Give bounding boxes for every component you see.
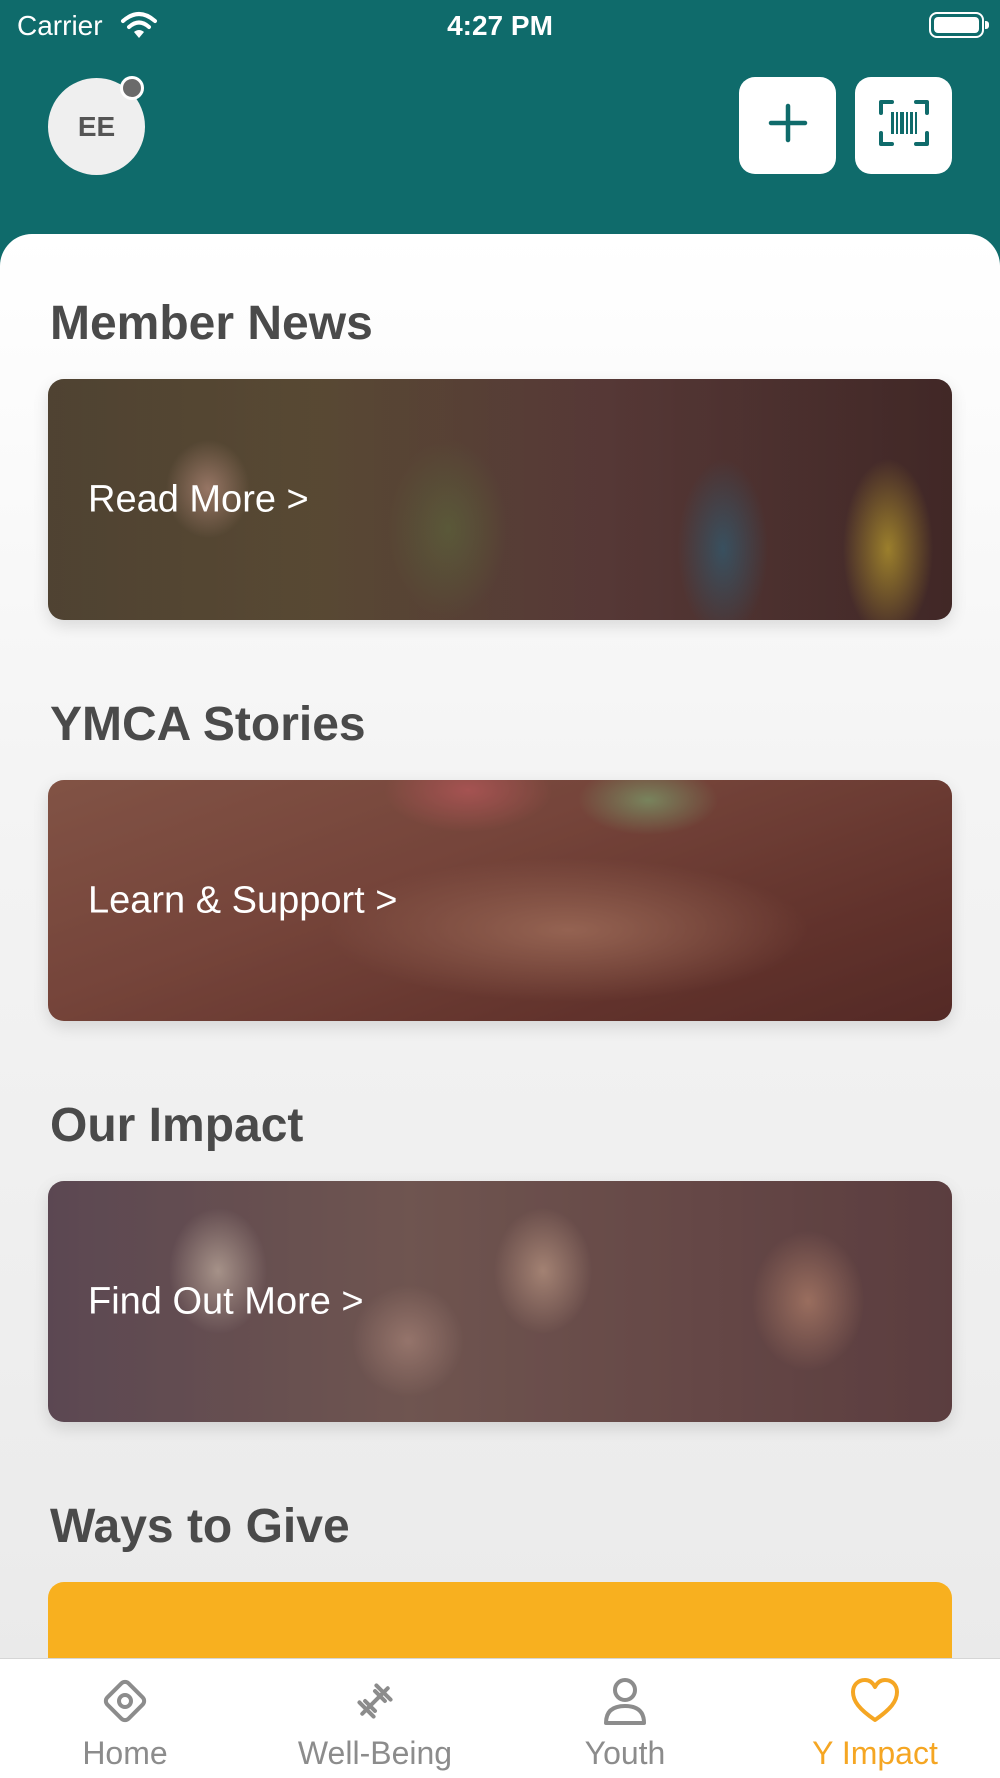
section-title-our-impact: Our Impact <box>50 1099 304 1152</box>
status-bar: Carrier 4:27 PM <box>0 0 1000 50</box>
learn-support-link[interactable]: Learn & Support > <box>88 879 398 922</box>
tab-home-label: Home <box>82 1735 168 1771</box>
tab-y-impact-label: Y Impact <box>812 1735 938 1771</box>
find-out-more-link[interactable]: Find Out More > <box>88 1280 364 1323</box>
tab-youth-label: Youth <box>584 1735 666 1771</box>
section-title-ways-to-give: Ways to Give <box>50 1500 350 1553</box>
scan-button[interactable] <box>855 77 952 174</box>
our-impact-card[interactable]: Find Out More > <box>48 1181 952 1422</box>
avatar-initials: EE <box>77 110 116 142</box>
person-icon <box>500 1675 750 1727</box>
tab-youth[interactable]: Youth <box>500 1659 750 1778</box>
tab-well-being-label: Well-Being <box>297 1735 453 1771</box>
read-more-link[interactable]: Read More > <box>88 478 309 521</box>
heart-icon <box>750 1675 1000 1727</box>
section-title-member-news: Member News <box>50 297 373 350</box>
member-news-card[interactable]: Read More > <box>48 379 952 620</box>
battery-icon <box>929 12 989 38</box>
section-title-ymca-stories: YMCA Stories <box>50 698 366 751</box>
clock: 4:27 PM <box>447 10 553 41</box>
tab-bar: Home Well-Being Youth Y Impact <box>0 1658 1000 1778</box>
home-diamond-icon <box>0 1675 250 1727</box>
content-sheet: Member News Read More > YMCA Stories Lea… <box>0 234 1000 1778</box>
plus-icon <box>768 103 808 148</box>
tab-well-being[interactable]: Well-Being <box>250 1659 500 1778</box>
dumbbell-icon <box>250 1675 500 1727</box>
tab-y-impact[interactable]: Y Impact <box>750 1659 1000 1778</box>
add-button[interactable] <box>739 77 836 174</box>
notification-dot <box>120 76 144 100</box>
barcode-scan-icon <box>878 99 930 152</box>
ymca-stories-card[interactable]: Learn & Support > <box>48 780 952 1021</box>
tab-home[interactable]: Home <box>0 1659 250 1778</box>
